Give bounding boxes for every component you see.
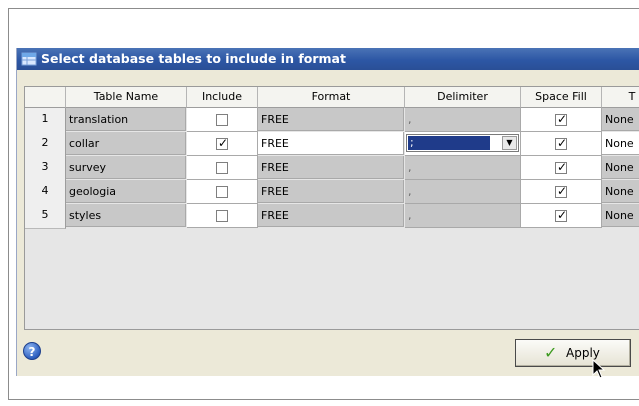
delimiter-value: , [408,161,412,174]
space-fill-checkbox-cell[interactable]: ✓ [521,108,602,132]
header-corner [25,87,66,108]
checkmark-icon: ✓ [218,136,229,150]
delimiter-dropdown[interactable]: ; ▼ [406,134,519,152]
table-name-cell[interactable]: survey [66,156,186,179]
space-fill-checkbox-cell[interactable]: ✓ [521,180,602,204]
format-cell[interactable]: FREE [258,180,404,203]
dialog-title-bar: Select database tables to include in for… [17,48,639,70]
dialog-title: Select database tables to include in for… [41,51,346,66]
format-cell[interactable]: FREE [258,108,404,131]
row-number[interactable]: 2 [25,132,66,157]
row-number[interactable]: 5 [25,204,66,229]
table-name-cell[interactable]: styles [66,204,186,227]
include-checkbox[interactable]: ✓ [216,136,229,150]
include-checkbox-cell[interactable] [187,180,258,204]
delimiter-dropdown-value: ; [408,136,490,150]
t-cell[interactable]: None [602,204,639,227]
checkmark-icon: ✓ [557,184,568,198]
space-fill-checkbox[interactable]: ✓ [555,208,568,222]
space-fill-checkbox-cell[interactable]: ✓ [521,156,602,180]
help-icon[interactable]: ? [23,342,41,360]
delimiter-value: , [408,113,412,126]
format-cell[interactable]: FREE [258,156,404,179]
delimiter-cell[interactable]: , [405,180,521,204]
include-checkbox[interactable] [216,162,228,174]
include-checkbox-cell[interactable] [187,156,258,180]
include-checkbox-cell[interactable] [187,204,258,228]
column-header-format[interactable]: Format [258,87,405,108]
chevron-down-icon[interactable]: ▼ [502,136,517,150]
column-header-delimiter[interactable]: Delimiter [405,87,521,108]
delimiter-cell[interactable]: , [405,108,521,132]
space-fill-checkbox-cell[interactable]: ✓ [521,132,602,156]
include-checkbox[interactable] [216,210,228,222]
delimiter-cell[interactable]: ; ▼ [405,132,521,156]
apply-button-label: Apply [566,346,600,360]
checkmark-icon: ✓ [544,343,558,362]
row-number[interactable]: 3 [25,156,66,181]
include-checkbox-cell[interactable] [187,108,258,132]
delimiter-cell[interactable]: , [405,156,521,180]
tables-grid[interactable]: Table Name Include Format Delimiter Spac… [24,86,639,330]
dialog-footer: ? ✓ Apply [17,330,639,376]
apply-button[interactable]: ✓ Apply [515,339,631,367]
checkmark-icon: ✓ [557,208,568,222]
include-checkbox[interactable] [216,114,228,126]
table-name-cell[interactable]: geologia [66,180,186,203]
delimiter-value: , [408,209,412,222]
include-checkbox[interactable] [216,186,228,198]
database-tables-dialog: Select database tables to include in for… [16,48,639,376]
column-header-space-fill[interactable]: Space Fill [521,87,602,108]
table-name-cell[interactable]: collar [66,132,186,155]
t-cell[interactable]: None [602,180,639,203]
mouse-pointer-icon [592,359,606,379]
column-header-include[interactable]: Include [187,87,258,108]
t-cell[interactable]: None [602,156,639,179]
space-fill-checkbox[interactable]: ✓ [555,184,568,198]
row-number[interactable]: 4 [25,180,66,205]
t-cell[interactable]: None [602,132,639,155]
checkmark-icon: ✓ [557,112,568,126]
delimiter-cell[interactable]: , [405,204,521,228]
row-number[interactable]: 1 [25,108,66,133]
format-cell[interactable]: FREE [258,132,404,155]
column-header-t[interactable]: T [602,87,639,108]
space-fill-checkbox-cell[interactable]: ✓ [521,204,602,228]
database-icon [21,52,37,66]
column-header-table-name[interactable]: Table Name [66,87,187,108]
space-fill-checkbox[interactable]: ✓ [555,112,568,126]
include-checkbox-cell[interactable]: ✓ [187,132,258,156]
t-cell[interactable]: None [602,108,639,131]
space-fill-checkbox[interactable]: ✓ [555,160,568,174]
table-name-cell[interactable]: translation [66,108,186,131]
space-fill-checkbox[interactable]: ✓ [555,136,568,150]
checkmark-icon: ✓ [557,136,568,150]
checkmark-icon: ✓ [557,160,568,174]
format-cell[interactable]: FREE [258,204,404,227]
delimiter-value: , [408,185,412,198]
